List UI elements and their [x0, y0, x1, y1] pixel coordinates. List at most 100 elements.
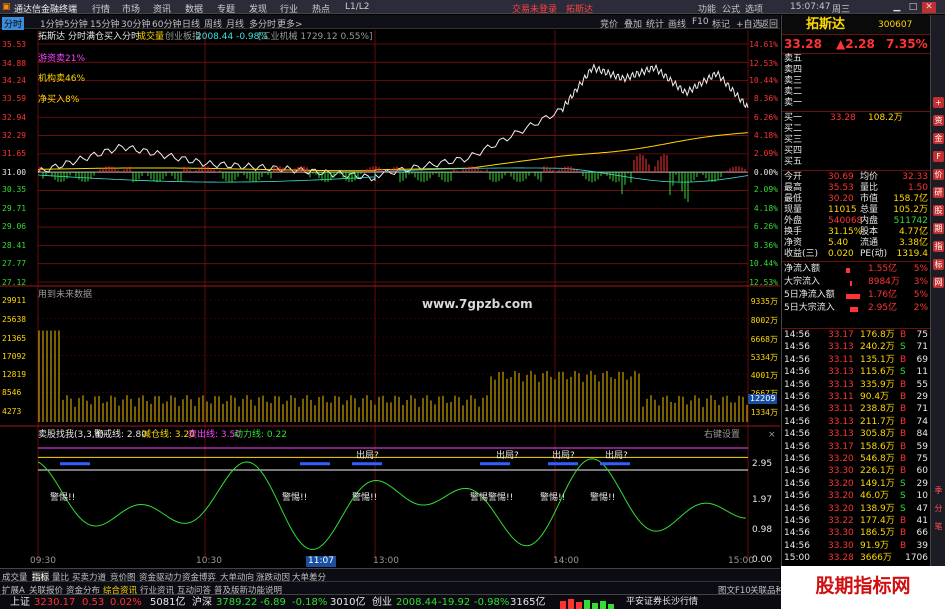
time-tick: 10:30 [196, 556, 222, 566]
right-click-settings[interactable]: 右键设置 [704, 431, 740, 440]
menu-item[interactable]: 功能 [698, 2, 716, 15]
menu-item[interactable]: 热点 [312, 2, 330, 15]
menu-item[interactable]: 公式 [722, 2, 740, 15]
tick-count: 84 [916, 429, 928, 440]
side-tool-icon[interactable]: 资 [933, 115, 944, 126]
period-tab[interactable]: 5分钟 [64, 17, 88, 30]
index-overlay-line [37, 167, 749, 183]
menu-item[interactable]: 发现 [249, 2, 267, 15]
pct-tick: 6.26% [753, 113, 778, 122]
menu-item[interactable]: 选项 [745, 2, 763, 15]
side-tool-icon[interactable]: 季 [933, 485, 944, 496]
tick-count: 75 [916, 330, 928, 340]
period-tab[interactable]: 30分钟 [121, 17, 150, 30]
period-tab[interactable]: 多分时 [249, 17, 276, 30]
price-tick: 34.88 [2, 59, 27, 68]
side-tool-icon[interactable]: F [933, 151, 944, 162]
bid-label: 买三 [784, 135, 803, 145]
side-tool-icon[interactable]: 期 [933, 223, 944, 234]
tick-count: 39 [916, 540, 928, 551]
stat-value: 0.020 [828, 249, 854, 259]
index-change: -19.92 [438, 597, 471, 608]
stat-value: 31.15% [828, 227, 863, 237]
side-tool-icon[interactable]: 价 [933, 169, 944, 180]
period-tab[interactable]: 1分钟 [40, 17, 64, 30]
trade-login-link[interactable]: 交易未登录 [512, 2, 557, 15]
tick-time: 15:00 [784, 553, 810, 564]
tick-price: 33.28 [828, 553, 854, 564]
toolbar-button[interactable]: 统计 [646, 17, 664, 30]
period-tab[interactable]: 分时 [2, 17, 25, 30]
side-tool-icon[interactable]: 网 [933, 277, 944, 288]
price-tick: 30.35 [2, 185, 27, 194]
menu-item[interactable]: 市场 [122, 2, 140, 15]
menu-item[interactable]: 行业 [280, 2, 298, 15]
tick-side: B [900, 466, 907, 477]
period-tab[interactable]: 15分钟 [90, 17, 119, 30]
menu-item[interactable]: L1/L2 [345, 2, 370, 12]
tick-price: 33.13 [828, 429, 854, 440]
period-tab[interactable]: 月线 [226, 17, 244, 30]
amount-tick: 8002万 [750, 316, 778, 325]
pct-tick: 12.53% [749, 278, 778, 287]
period-tab[interactable]: 更多> [277, 17, 303, 30]
warn-signal-label: 警惕!! [540, 493, 566, 503]
side-tool-icon[interactable]: + [933, 97, 944, 108]
stat-value: 5.40 [828, 238, 849, 248]
toolbar-button[interactable]: +自选 [736, 17, 762, 30]
menu-item[interactable]: 专题 [217, 2, 235, 15]
toolbar-button[interactable]: 标记 [712, 17, 730, 30]
maximize-icon[interactable]: □ [906, 2, 920, 13]
minimize-icon[interactable]: ▁ [890, 2, 904, 13]
pct-tick: 8.36% [753, 241, 778, 250]
out-signal-label: 出局? [356, 451, 379, 461]
index-pct: -0.98% [474, 597, 510, 608]
side-tool-icon[interactable]: 分 [933, 503, 944, 514]
flow-bar [846, 268, 850, 273]
price-tick: 27.12 [2, 278, 27, 287]
side-tool-icon[interactable]: 笔 [933, 521, 944, 532]
warn-signal-label: 警惕!! [352, 493, 378, 503]
chart-canvas[interactable] [0, 30, 780, 566]
stat-key: 总量 [860, 205, 879, 215]
toolbar-button[interactable]: 画线 [668, 17, 686, 30]
period-tab[interactable]: 日线 [182, 17, 200, 30]
pct-tick: 2.09% [753, 149, 778, 158]
tick-price: 33.13 [828, 342, 854, 353]
side-tool-icon[interactable]: 指 [933, 241, 944, 252]
tick-side: B [900, 528, 907, 539]
side-tool-icon[interactable]: 研 [933, 187, 944, 198]
ask-label: 卖三 [784, 76, 803, 86]
toolbar-button[interactable]: 竞价 [600, 17, 618, 30]
side-tool-icon[interactable]: 标 [933, 259, 944, 270]
menu-item[interactable]: 资讯 [153, 2, 171, 15]
tick-volume: 335.9万 [860, 379, 895, 390]
out-signal-label: 出局? [496, 451, 519, 461]
index-amount: 5081亿 [150, 597, 186, 608]
close-icon[interactable]: ✕ [922, 2, 936, 13]
price-tick: 31.65 [2, 149, 27, 158]
close-indicator-icon[interactable]: × [768, 431, 776, 440]
index-change: -6.89 [260, 597, 286, 608]
stat-value: 4.77亿 [898, 227, 928, 237]
side-tool-icon[interactable]: 股 [933, 205, 944, 216]
sector-label: [工业机械 1729.12 0.55%] [258, 32, 373, 42]
period-tab[interactable]: 周线 [204, 17, 222, 30]
tick-side: B [900, 454, 907, 464]
toolbar-button[interactable]: F10 [692, 17, 709, 27]
side-tool-icon[interactable]: 金 [933, 133, 944, 144]
flow-value: 1.76亿 [868, 290, 898, 300]
toolbar-button[interactable]: 叠加 [624, 17, 642, 30]
stat-key: 最高 [784, 183, 803, 193]
tick-time: 14:56 [784, 454, 810, 464]
toolbar-button[interactable]: 返回 [760, 17, 778, 30]
menu-item[interactable]: 行情 [92, 2, 110, 15]
menu-item[interactable]: 数据 [185, 2, 203, 15]
price-tick: 35.53 [2, 40, 27, 49]
tick-time: 14:56 [784, 441, 810, 452]
tick-volume: 115.6万 [860, 367, 895, 378]
flow-bar [850, 307, 858, 312]
intraday-chart[interactable]: 拓斯达 分时 满仓买入分时 成交量 创业板指 2008.44 -0.98% [工… [0, 30, 780, 567]
period-tab[interactable]: 60分钟 [152, 17, 181, 30]
time-tick: 13:00 [373, 556, 399, 566]
